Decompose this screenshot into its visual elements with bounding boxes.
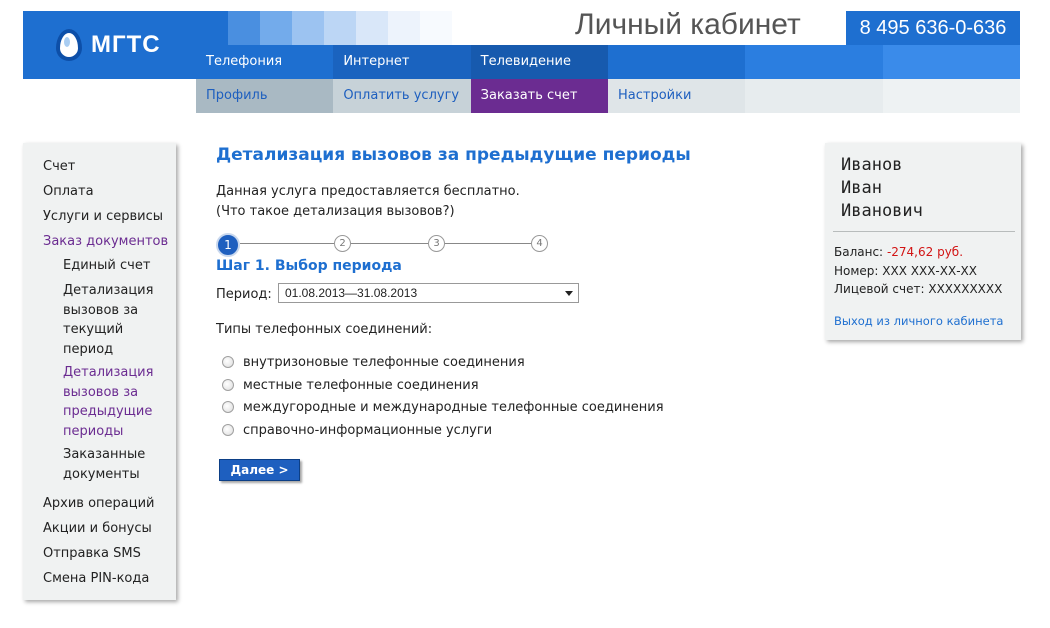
account-value: ХХХХХХХХХ [928, 282, 1003, 296]
logout-link[interactable]: Выход из личного кабинета [834, 314, 1003, 328]
sidebar-subitem-detail-previous[interactable]: Детализация вызовов за предыдущие период… [63, 363, 168, 441]
connection-type-option[interactable]: внутризоновые телефонные соединения [222, 354, 525, 370]
sidebar-item-services[interactable]: Услуги и сервисы [43, 209, 163, 224]
nav-item-internet[interactable]: Интернет [333, 45, 471, 79]
nav-item-empty [745, 45, 883, 79]
decor-square [228, 11, 260, 45]
step-connector [445, 243, 531, 244]
chevron-down-icon [565, 291, 573, 296]
account-row: Лицевой счет: ХХХХХХХХХ [834, 282, 1002, 296]
sidebar-item-change-pin[interactable]: Смена PIN-кода [43, 571, 149, 586]
nav-item-television[interactable]: Телевидение [470, 45, 608, 79]
radio-button[interactable] [222, 379, 234, 391]
step-progress: 1 2 3 4 [216, 233, 556, 257]
subnav-item-empty [882, 79, 1020, 113]
radio-button[interactable] [222, 401, 234, 413]
sidebar-item-order-documents[interactable]: Заказ документов [43, 234, 168, 249]
radio-label: внутризоновые телефонные соединения [243, 354, 525, 370]
number-label: Номер: [834, 264, 879, 278]
balance-row: Баланс: -274,62 руб. [834, 245, 963, 259]
nav-item-telephony[interactable]: Телефония [196, 45, 334, 79]
subnav-item-empty [745, 79, 883, 113]
subnav-item-order-bill[interactable]: Заказать счет [470, 79, 608, 113]
what-is-detailing-link[interactable]: (Что такое детализация вызовов?) [216, 204, 455, 219]
connection-type-option[interactable]: междугородные и международные телефонные… [222, 399, 664, 415]
step-4-indicator: 4 [531, 235, 548, 252]
sidebar-item-operations-archive[interactable]: Архив операций [43, 496, 155, 511]
decor-square [324, 11, 356, 45]
account-label: Лицевой счет: [834, 282, 925, 296]
sidebar-subitem-ordered-documents[interactable]: Заказанные документы [63, 445, 168, 484]
radio-label: справочно-информационные услуги [243, 422, 493, 438]
subnav-item-profile[interactable]: Профиль [196, 79, 334, 113]
decor-square [356, 11, 388, 45]
sub-nav: Профиль Оплатить услугу Заказать счет На… [196, 79, 1020, 113]
decor-square [420, 11, 452, 45]
decor-square [388, 11, 420, 45]
sidebar-item-send-sms[interactable]: Отправка SMS [43, 546, 141, 561]
sidebar: Счет Оплата Услуги и сервисы Заказ докум… [23, 143, 176, 600]
service-free-text: Данная услуга предоставляется бесплатно. [216, 184, 520, 199]
period-select[interactable]: 01.08.2013—31.08.2013 [278, 283, 579, 303]
egg-logo-icon [56, 29, 82, 61]
connection-type-option[interactable]: справочно-информационные услуги [222, 422, 492, 438]
step-connector [240, 243, 334, 244]
decor-square [196, 11, 228, 45]
step-1-indicator: 1 [216, 233, 240, 257]
number-value: ХХХ ХХХ-ХХ-ХХ [882, 264, 977, 278]
logo-text: МГТС [91, 31, 161, 58]
step-title: Шаг 1. Выбор периода [216, 258, 402, 274]
subnav-item-settings[interactable]: Настройки [607, 79, 746, 113]
page-title: Детализация вызовов за предыдущие период… [216, 145, 691, 165]
header-decor-squares [196, 11, 484, 45]
decor-square [260, 11, 292, 45]
step-3-indicator: 3 [428, 235, 445, 252]
balance-value: -274,62 руб. [886, 245, 964, 259]
nav-item-empty [882, 45, 1020, 79]
user-last-name: Иванов [841, 155, 903, 175]
next-button[interactable]: Далее > [219, 459, 300, 481]
user-first-name: Иван [841, 178, 882, 198]
sidebar-item-account[interactable]: Счет [43, 159, 75, 174]
connection-types-label: Типы телефонных соединений: [216, 322, 433, 337]
sidebar-subitem-detail-current[interactable]: Детализация вызовов за текущий период [63, 281, 168, 359]
step-2-indicator: 2 [334, 235, 351, 252]
radio-label: местные телефонные соединения [243, 377, 479, 393]
step-connector [351, 243, 428, 244]
support-phone: 8 495 636-0-636 [846, 11, 1020, 45]
period-label: Период: [216, 287, 272, 302]
user-panel: Иванов Иван Иванович Баланс: -274,62 руб… [825, 143, 1021, 340]
radio-button[interactable] [222, 356, 234, 368]
sidebar-item-promotions[interactable]: Акции и бонусы [43, 521, 152, 536]
nav-item-empty [607, 45, 746, 79]
page-header-title: Личный кабинет [575, 8, 801, 41]
number-row: Номер: ХХХ ХХХ-ХХ-ХХ [834, 264, 977, 278]
sidebar-item-payment[interactable]: Оплата [43, 184, 94, 199]
connection-type-option[interactable]: местные телефонные соединения [222, 377, 479, 393]
period-select-value: 01.08.2013—31.08.2013 [285, 286, 418, 300]
subnav-item-pay-service[interactable]: Оплатить услугу [333, 79, 471, 113]
radio-label: междугородные и международные телефонные… [243, 399, 664, 415]
balance-label: Баланс: [834, 245, 884, 259]
user-patronymic: Иванович [841, 201, 923, 221]
mgts-logo[interactable]: МГТС [23, 11, 196, 79]
divider [833, 231, 1015, 232]
main-nav: Телефония Интернет Телевидение [196, 45, 1020, 79]
radio-button[interactable] [222, 424, 234, 436]
sidebar-subitem-single-bill[interactable]: Единый счет [63, 256, 168, 276]
decor-square [292, 11, 324, 45]
decor-square [452, 11, 484, 45]
